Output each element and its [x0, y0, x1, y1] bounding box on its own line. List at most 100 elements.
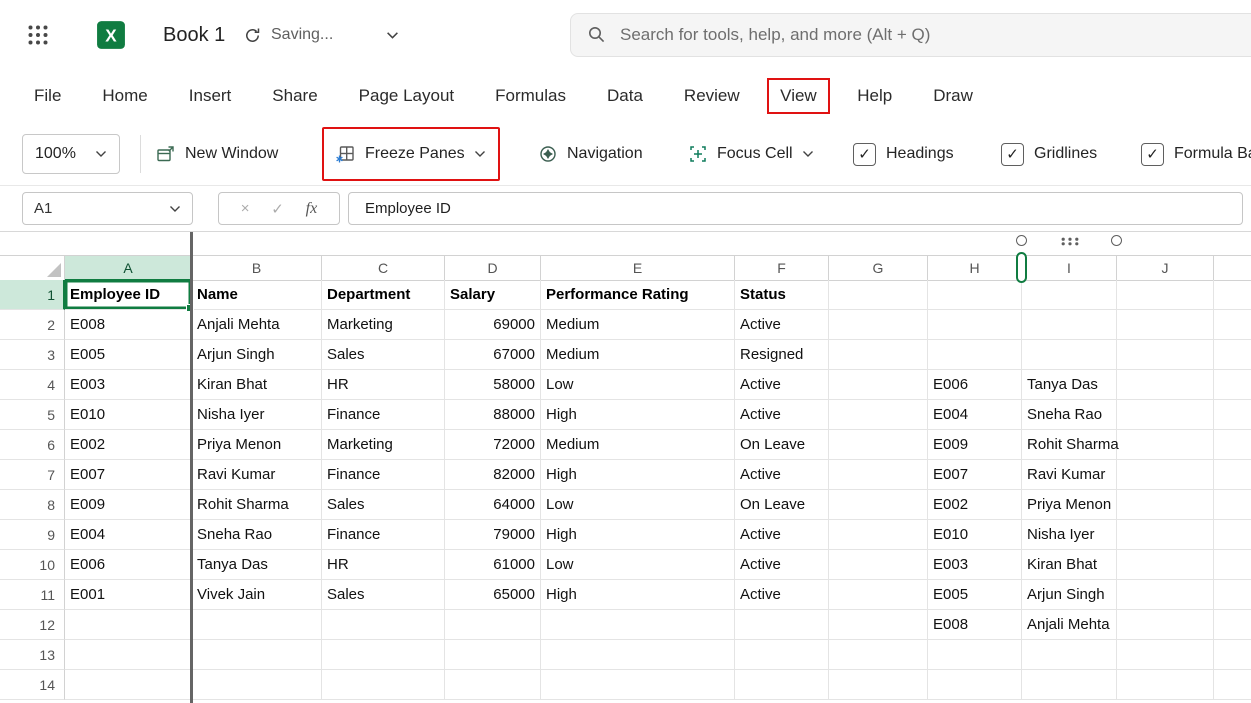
cell-D12[interactable] [445, 610, 541, 640]
cell-H7[interactable]: E007 [928, 460, 1022, 490]
column-header-J[interactable]: J [1117, 256, 1214, 281]
workbook-title[interactable]: Book 1 [163, 0, 225, 70]
cell-H5[interactable]: E004 [928, 400, 1022, 430]
cancel-icon[interactable]: × [241, 200, 250, 217]
cell-E12[interactable] [541, 610, 735, 640]
cell-E6[interactable]: Medium [541, 430, 735, 460]
row-header-9[interactable]: 9 [0, 520, 65, 550]
cell-H6[interactable]: E009 [928, 430, 1022, 460]
cell-C10[interactable]: HR [322, 550, 445, 580]
cell-J1[interactable] [1117, 280, 1214, 310]
cell-I7[interactable]: Ravi Kumar [1022, 460, 1117, 490]
cell-C4[interactable]: HR [322, 370, 445, 400]
cell-C11[interactable]: Sales [322, 580, 445, 610]
cell-G3[interactable] [829, 340, 928, 370]
menu-tab-view[interactable]: View [767, 78, 830, 114]
cell-A3[interactable]: E005 [65, 340, 192, 370]
cell-F1[interactable]: Status [735, 280, 829, 310]
cell-E3[interactable]: Medium [541, 340, 735, 370]
cell-E7[interactable]: High [541, 460, 735, 490]
cell-A2[interactable]: E008 [65, 310, 192, 340]
cell-B6[interactable]: Priya Menon [192, 430, 322, 460]
cell-B13[interactable] [192, 640, 322, 670]
cell-G9[interactable] [829, 520, 928, 550]
cell-A13[interactable] [65, 640, 192, 670]
menu-tab-help[interactable]: Help [857, 86, 892, 106]
row-header-7[interactable]: 7 [0, 460, 65, 490]
cell-J13[interactable] [1117, 640, 1214, 670]
row-header-2[interactable]: 2 [0, 310, 65, 340]
cell-G1[interactable] [829, 280, 928, 310]
cell-I5[interactable]: Sneha Rao [1022, 400, 1117, 430]
cell-B1[interactable]: Name [192, 280, 322, 310]
cell-D6[interactable]: 72000 [445, 430, 541, 460]
cell-F8[interactable]: On Leave [735, 490, 829, 520]
cell-E8[interactable]: Low [541, 490, 735, 520]
row-header-6[interactable]: 6 [0, 430, 65, 460]
column-resize-handle-right[interactable] [1111, 235, 1122, 246]
cell-F2[interactable]: Active [735, 310, 829, 340]
cell-H11[interactable]: E005 [928, 580, 1022, 610]
cell-H14[interactable] [928, 670, 1022, 700]
row-header-5[interactable]: 5 [0, 400, 65, 430]
column-header-I[interactable]: I [1022, 256, 1117, 281]
cell-J14[interactable] [1117, 670, 1214, 700]
new-window-button[interactable]: New Window [152, 134, 282, 174]
cell-D9[interactable]: 79000 [445, 520, 541, 550]
cell-I14[interactable] [1022, 670, 1117, 700]
row-header-12[interactable]: 12 [0, 610, 65, 640]
column-header-D[interactable]: D [445, 256, 541, 281]
row-header-3[interactable]: 3 [0, 340, 65, 370]
cell-E4[interactable]: Low [541, 370, 735, 400]
menu-tab-formulas[interactable]: Formulas [495, 86, 566, 106]
cell-J2[interactable] [1117, 310, 1214, 340]
cell-H3[interactable] [928, 340, 1022, 370]
app-launcher-waffle-icon[interactable] [27, 24, 49, 46]
cell-I13[interactable] [1022, 640, 1117, 670]
cell-B9[interactable]: Sneha Rao [192, 520, 322, 550]
column-header-A[interactable]: A [65, 256, 192, 281]
column-drag-dots-icon[interactable] [1061, 237, 1079, 246]
cell-A10[interactable]: E006 [65, 550, 192, 580]
cell-H13[interactable] [928, 640, 1022, 670]
cell-B10[interactable]: Tanya Das [192, 550, 322, 580]
formula-input[interactable]: Employee ID [348, 192, 1243, 225]
cell-B8[interactable]: Rohit Sharma [192, 490, 322, 520]
menu-tab-page-layout[interactable]: Page Layout [359, 86, 454, 106]
cell-D3[interactable]: 67000 [445, 340, 541, 370]
cell-G12[interactable] [829, 610, 928, 640]
row-header-13[interactable]: 13 [0, 640, 65, 670]
cell-H2[interactable] [928, 310, 1022, 340]
row-header-10[interactable]: 10 [0, 550, 65, 580]
cell-J11[interactable] [1117, 580, 1214, 610]
cell-A8[interactable]: E009 [65, 490, 192, 520]
cell-E2[interactable]: Medium [541, 310, 735, 340]
cell-B7[interactable]: Ravi Kumar [192, 460, 322, 490]
cell-G7[interactable] [829, 460, 928, 490]
cell-A6[interactable]: E002 [65, 430, 192, 460]
cell-J5[interactable] [1117, 400, 1214, 430]
select-all-corner[interactable] [0, 256, 65, 281]
menu-tab-home[interactable]: Home [102, 86, 147, 106]
cell-H10[interactable]: E003 [928, 550, 1022, 580]
cell-H12[interactable]: E008 [928, 610, 1022, 640]
cell-H4[interactable]: E006 [928, 370, 1022, 400]
cell-I6[interactable]: Rohit Sharma [1022, 430, 1117, 460]
cell-C1[interactable]: Department [322, 280, 445, 310]
cell-A11[interactable]: E001 [65, 580, 192, 610]
cell-H9[interactable]: E010 [928, 520, 1022, 550]
cell-D7[interactable]: 82000 [445, 460, 541, 490]
cell-G8[interactable] [829, 490, 928, 520]
cell-C13[interactable] [322, 640, 445, 670]
cell-J6[interactable] [1117, 430, 1214, 460]
cell-A7[interactable]: E007 [65, 460, 192, 490]
cell-B14[interactable] [192, 670, 322, 700]
cell-C7[interactable]: Finance [322, 460, 445, 490]
navigation-button[interactable]: Navigation [534, 134, 647, 174]
cell-C9[interactable]: Finance [322, 520, 445, 550]
cell-D4[interactable]: 58000 [445, 370, 541, 400]
cell-E10[interactable]: Low [541, 550, 735, 580]
row-header-8[interactable]: 8 [0, 490, 65, 520]
cell-G5[interactable] [829, 400, 928, 430]
menu-tab-data[interactable]: Data [607, 86, 643, 106]
